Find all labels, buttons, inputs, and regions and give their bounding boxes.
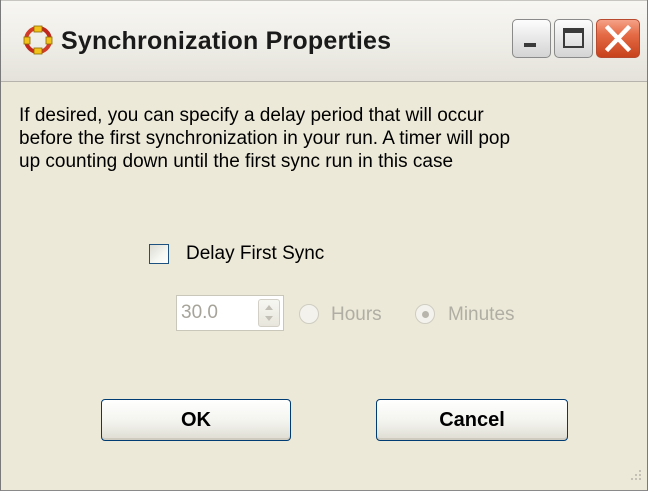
resize-grip-icon[interactable] (625, 466, 645, 486)
spinner-arrows[interactable] (258, 299, 280, 327)
delay-value-text[interactable]: 30.0 (181, 302, 218, 324)
sync-app-icon (23, 25, 53, 55)
cancel-button[interactable]: Cancel (376, 399, 568, 441)
spinner-arrows-icon (265, 305, 273, 321)
ok-button[interactable]: OK (101, 399, 291, 441)
minimize-icon (524, 43, 536, 47)
hours-label[interactable]: Hours (331, 304, 382, 326)
title-bar[interactable]: Synchronization Properties (1, 0, 647, 82)
window-title: Synchronization Properties (61, 27, 392, 55)
minimize-button[interactable] (512, 19, 551, 58)
description-text: If desired, you can specify a delay peri… (19, 105, 511, 172)
close-icon (604, 24, 632, 53)
dialog-content: If desired, you can specify a delay peri… (1, 82, 647, 490)
minutes-label[interactable]: Minutes (448, 304, 515, 326)
hours-radio[interactable] (299, 304, 319, 324)
delay-value-spinner[interactable]: 30.0 (176, 295, 284, 331)
delay-first-sync-checkbox[interactable] (149, 244, 169, 264)
maximize-icon (563, 28, 584, 48)
maximize-button[interactable] (554, 19, 593, 58)
close-button[interactable] (596, 19, 640, 58)
minutes-radio-dot (422, 311, 429, 318)
minutes-radio[interactable] (415, 304, 435, 324)
delay-first-sync-label[interactable]: Delay First Sync (186, 243, 324, 265)
dialog-window: Synchronization Properties If desired, y… (0, 0, 648, 491)
